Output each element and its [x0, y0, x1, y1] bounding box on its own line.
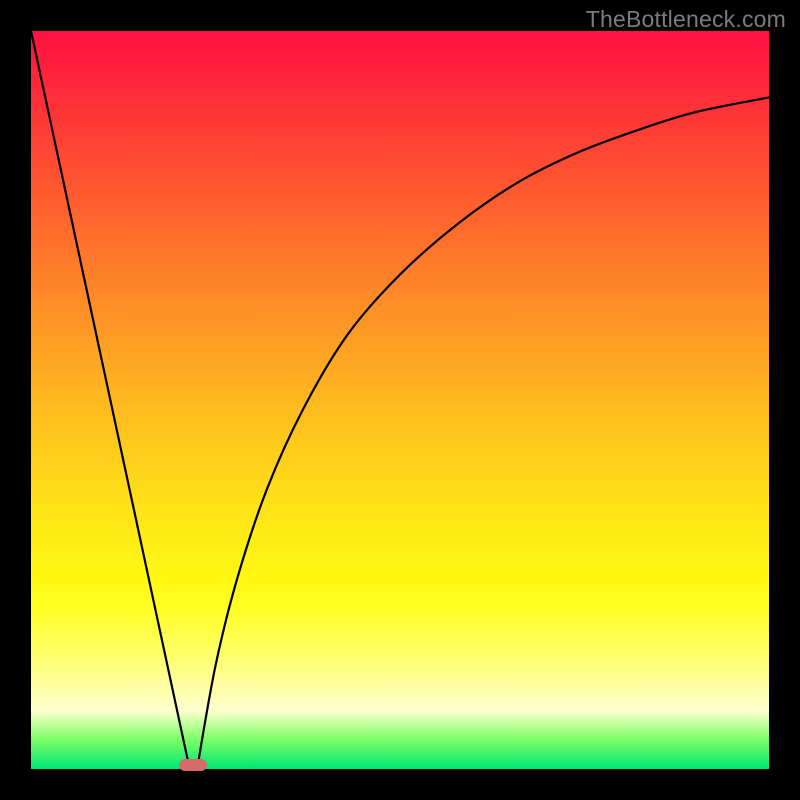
chart-lines [31, 31, 769, 769]
chart-frame: TheBottleneck.com [0, 0, 800, 800]
minimum-marker [179, 759, 207, 771]
watermark-text: TheBottleneck.com [586, 6, 786, 33]
plot-area [31, 31, 769, 769]
right-curve [197, 97, 769, 769]
left-line [31, 31, 190, 769]
